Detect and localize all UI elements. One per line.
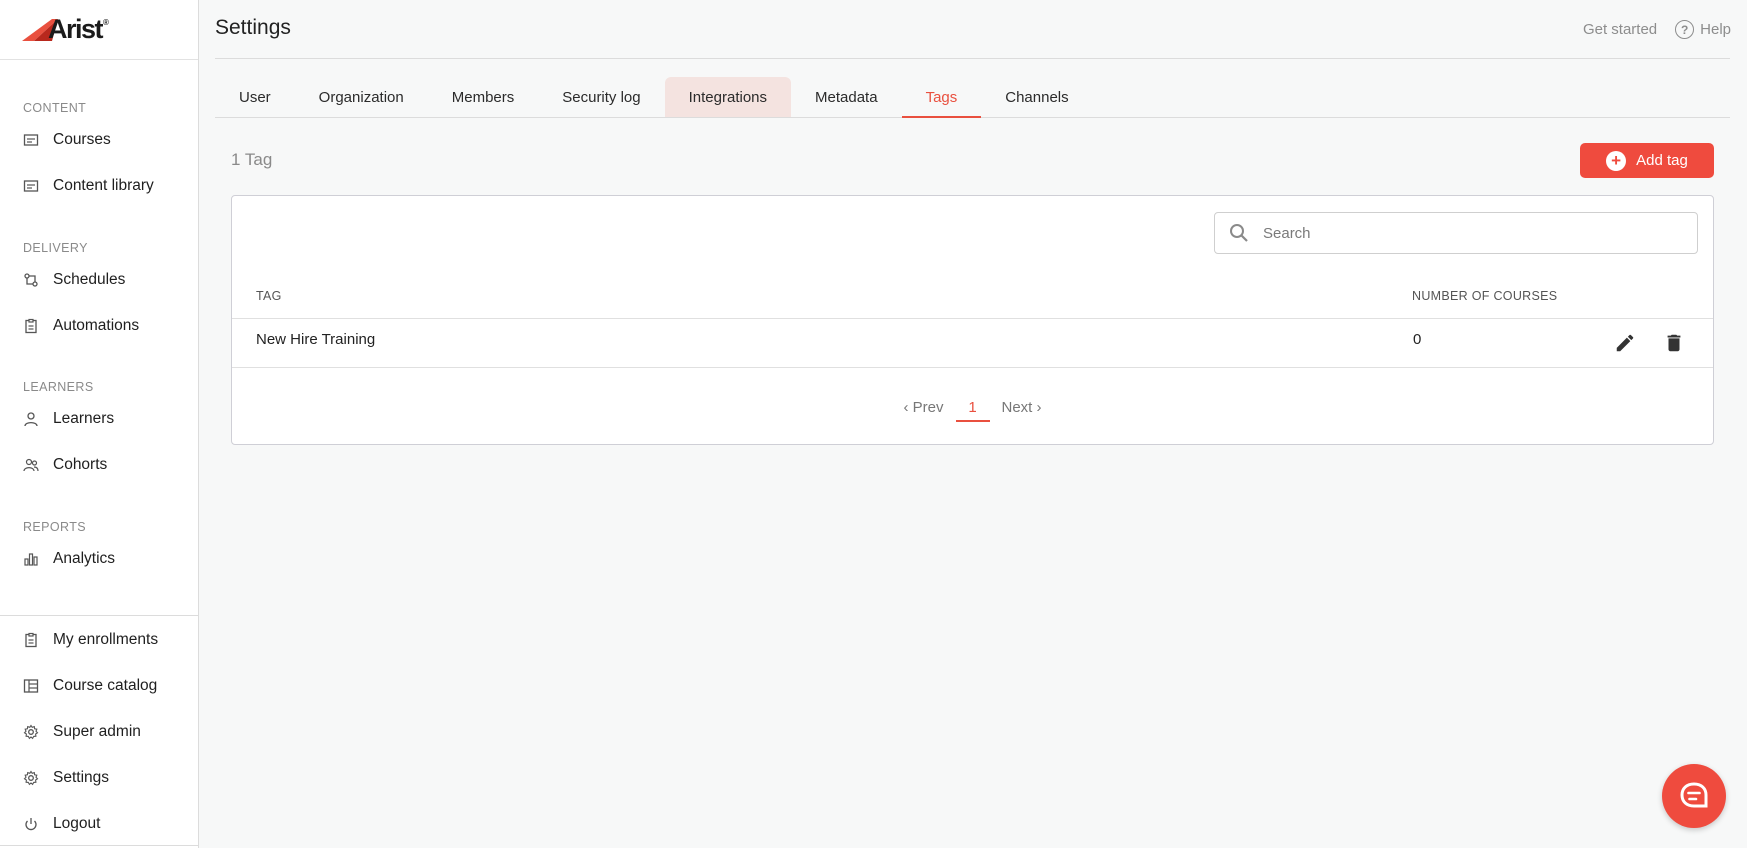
sidebar-item-analytics[interactable]: Analytics [0, 536, 199, 582]
sidebar-item-learners[interactable]: Learners [0, 396, 199, 442]
users-icon [23, 457, 39, 473]
tab-security-log[interactable]: Security log [538, 77, 664, 117]
settings-tabs: User Organization Members Security log I… [215, 77, 1730, 118]
prev-page-button[interactable]: ‹ Prev [897, 399, 949, 416]
logo[interactable]: Arist® [0, 0, 198, 60]
tab-user[interactable]: User [215, 77, 295, 117]
sidebar-item-label: Cohorts [53, 456, 108, 473]
course-count-cell: 0 [1413, 331, 1422, 348]
trash-icon[interactable] [1663, 332, 1685, 354]
sidebar-item-label: Super admin [53, 723, 141, 740]
tag-count: 1 Tag [231, 150, 273, 169]
tab-metadata[interactable]: Metadata [791, 77, 902, 117]
tag-name-cell: New Hire Training [256, 331, 376, 348]
get-started-link[interactable]: Get started [1583, 21, 1657, 38]
sidebar-item-label: Learners [53, 410, 115, 427]
page-title: Settings [215, 16, 291, 39]
help-label: Help [1700, 21, 1731, 38]
sidebar-section-learners: LEARNERS Learners Cohorts [0, 378, 199, 488]
tab-channels[interactable]: Channels [981, 77, 1092, 117]
search-icon [1230, 224, 1248, 242]
sidebar-item-label: Schedules [53, 271, 126, 288]
sidebar-item-label: Settings [53, 769, 110, 786]
header-divider [215, 58, 1730, 59]
sidebar-heading: REPORTS [23, 520, 86, 534]
sidebar-bottom-divider [0, 845, 199, 846]
tab-integrations[interactable]: Integrations [664, 77, 792, 117]
sidebar-item-content-library[interactable]: Content library [0, 163, 199, 209]
user-icon [23, 411, 39, 427]
sidebar-item-cohorts[interactable]: Cohorts [0, 442, 199, 488]
sidebar-item-label: Courses [53, 131, 111, 148]
sidebar-item-my-enrollments[interactable]: My enrollments [0, 617, 199, 663]
sidebar-item-settings[interactable]: Settings [0, 755, 199, 801]
sidebar-item-schedules[interactable]: Schedules [0, 257, 199, 303]
chat-launcher-button[interactable] [1662, 764, 1726, 828]
plus-circle-icon: + [1606, 150, 1627, 171]
sidebar-item-logout[interactable]: Logout [0, 801, 199, 847]
sidebar-heading: LEARNERS [23, 380, 94, 394]
current-page[interactable]: 1 [955, 399, 990, 422]
sidebar-item-course-catalog[interactable]: Course catalog [0, 663, 199, 709]
next-page-button[interactable]: Next › [996, 399, 1048, 416]
sidebar-heading: DELIVERY [23, 241, 88, 255]
automations-icon [23, 318, 39, 334]
courses-icon [23, 132, 39, 148]
tab-tags[interactable]: Tags [901, 77, 982, 118]
sidebar-section-reports: REPORTS Analytics [0, 518, 199, 582]
table-divider [232, 367, 1713, 368]
gear-icon [23, 724, 39, 740]
pagination: ‹ Prev 1 Next › [232, 396, 1713, 422]
bar-chart-icon [23, 551, 39, 567]
schedules-icon [23, 272, 39, 288]
search-input[interactable] [1263, 224, 1697, 242]
search-box[interactable] [1214, 212, 1698, 254]
library-icon [23, 178, 39, 194]
sidebar-item-label: Analytics [53, 550, 116, 567]
help-icon: ? [1675, 20, 1695, 39]
sidebar-item-label: Logout [53, 815, 101, 832]
catalog-icon [23, 678, 39, 694]
sidebar-divider [0, 615, 199, 616]
sidebar-item-super-admin[interactable]: Super admin [0, 709, 199, 755]
sidebar-item-label: Course catalog [53, 677, 158, 694]
edit-icon[interactable] [1614, 332, 1636, 354]
add-tag-button[interactable]: + Add tag [1580, 143, 1714, 178]
sidebar-item-automations[interactable]: Automations [0, 303, 199, 349]
sidebar: Arist® CONTENT Courses Content library D… [0, 0, 199, 848]
sidebar-section-delivery: DELIVERY Schedules Automations [0, 239, 199, 349]
tab-members[interactable]: Members [428, 77, 539, 117]
chat-icon [1680, 782, 1708, 808]
sidebar-item-label: Content library [53, 177, 154, 194]
table-divider [232, 318, 1713, 319]
gear-icon [23, 770, 39, 786]
power-icon [23, 816, 39, 832]
sidebar-section-content: CONTENT Courses Content library [0, 99, 199, 209]
sidebar-item-label: My enrollments [53, 631, 159, 648]
column-header-number-of-courses[interactable]: NUMBER OF COURSES [1412, 289, 1557, 303]
sidebar-bottom-nav: My enrollments Course catalog Super admi… [0, 617, 199, 847]
sidebar-item-courses[interactable]: Courses [0, 117, 199, 163]
top-right-links: Get started ? Help [1583, 20, 1731, 39]
sidebar-item-label: Automations [53, 317, 140, 334]
column-header-tag[interactable]: TAG [256, 289, 282, 303]
logo-text: Arist® [48, 14, 109, 44]
help-link[interactable]: ? Help [1675, 20, 1731, 39]
clipboard-icon [23, 632, 39, 648]
add-tag-label: Add tag [1636, 152, 1688, 169]
sidebar-heading: CONTENT [23, 101, 87, 115]
tags-table-card: TAG NUMBER OF COURSES New Hire Training … [231, 195, 1714, 445]
tab-organization[interactable]: Organization [295, 77, 428, 117]
